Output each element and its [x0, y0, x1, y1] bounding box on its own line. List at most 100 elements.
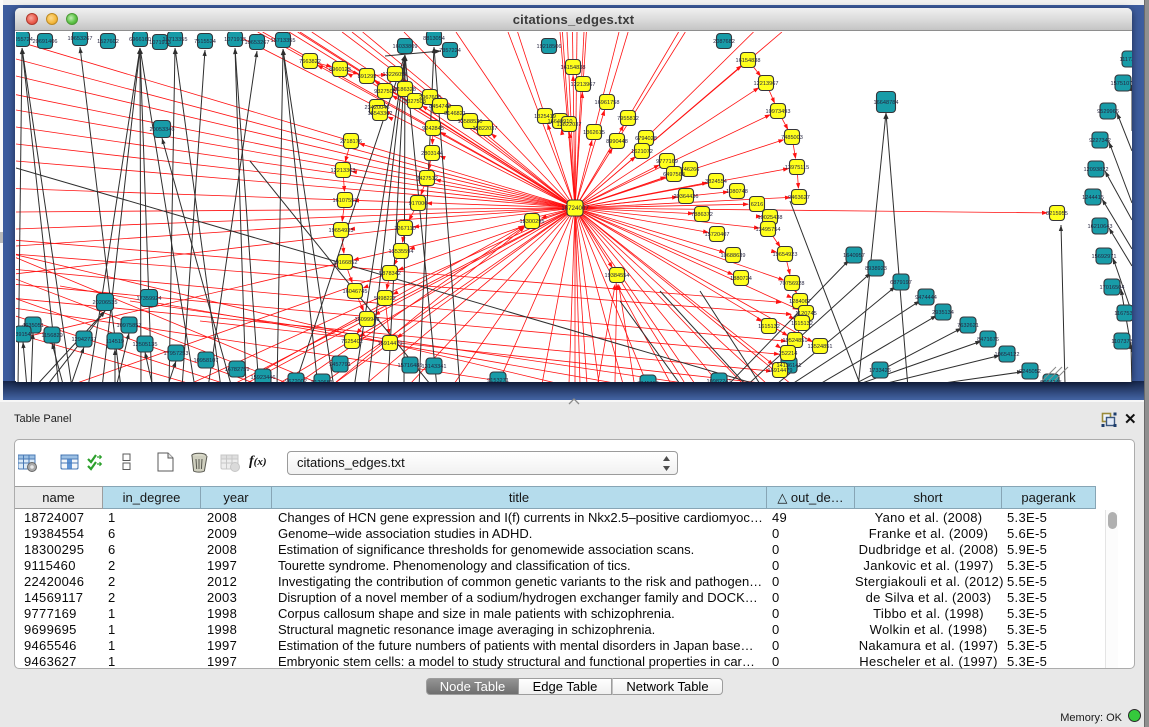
svg-text:15716485: 15716485 — [398, 363, 423, 369]
svg-text:8120681: 8120681 — [311, 380, 333, 382]
svg-text:1080748: 1080748 — [726, 189, 748, 195]
svg-text:1615132: 1615132 — [791, 321, 813, 327]
svg-text:16782759: 16782759 — [225, 367, 250, 373]
svg-text:16648784: 16648784 — [874, 100, 899, 106]
svg-text:15751074: 15751074 — [1111, 81, 1132, 87]
svg-text:19218506: 19218506 — [537, 44, 562, 50]
svg-text:10654122: 10654122 — [995, 352, 1020, 358]
svg-text:16914479: 16914479 — [378, 341, 403, 347]
svg-text:13535594: 13535594 — [389, 249, 414, 255]
svg-text:19654923: 19654923 — [773, 252, 798, 258]
svg-text:114519: 114519 — [106, 339, 124, 345]
svg-text:16033809: 16033809 — [393, 44, 418, 50]
svg-text:1107373: 1107373 — [1111, 339, 1132, 345]
svg-text:2087682: 2087682 — [713, 39, 735, 45]
svg-text:19384554: 19384554 — [605, 273, 630, 279]
svg-text:6216: 6216 — [751, 202, 763, 208]
svg-text:10973493: 10973493 — [766, 109, 791, 115]
svg-text:19654933: 19654933 — [329, 228, 354, 234]
svg-text:7515524: 7515524 — [194, 39, 216, 45]
svg-text:15720407: 15720407 — [705, 232, 730, 238]
svg-text:9327505: 9327505 — [374, 89, 396, 95]
svg-text:10653267: 10653267 — [68, 36, 93, 42]
svg-text:70756928: 70756928 — [780, 281, 805, 287]
svg-text:6794028: 6794028 — [635, 136, 657, 142]
svg-text:6966160: 6966160 — [129, 37, 151, 43]
svg-text:9245052: 9245052 — [1019, 369, 1041, 375]
svg-text:20691406: 20691406 — [33, 39, 58, 45]
svg-text:8813054: 8813054 — [423, 36, 445, 42]
svg-text:10958107: 10958107 — [194, 358, 219, 364]
svg-text:9664245: 9664245 — [1040, 380, 1062, 382]
svg-text:20206535: 20206535 — [93, 300, 118, 306]
svg-text:13495754: 13495754 — [756, 227, 781, 233]
svg-text:252214: 252214 — [779, 351, 798, 357]
svg-text:16713355: 16713355 — [163, 37, 188, 43]
svg-text:7663822: 7663822 — [299, 59, 321, 65]
svg-text:10982241: 10982241 — [707, 379, 732, 382]
svg-text:8938923: 8938923 — [865, 266, 887, 272]
svg-text:3824554: 3824554 — [705, 179, 727, 185]
svg-text:13524851: 13524851 — [808, 344, 833, 350]
svg-text:5878342: 5878342 — [379, 271, 401, 277]
svg-text:10688639: 10688639 — [721, 253, 746, 259]
svg-text:13822037: 13822037 — [557, 122, 582, 128]
svg-text:16210643: 16210643 — [1088, 224, 1113, 230]
svg-text:9227342: 9227342 — [1089, 138, 1111, 144]
svg-text:6497568: 6497568 — [663, 172, 685, 178]
svg-text:7345112: 7345112 — [637, 381, 658, 382]
svg-text:6879197: 6879197 — [890, 280, 912, 286]
svg-text:12213363: 12213363 — [331, 168, 356, 174]
svg-text:1733426: 1733426 — [869, 368, 891, 374]
svg-text:891295: 891295 — [358, 74, 377, 80]
svg-text:2935134: 2935134 — [932, 310, 954, 316]
svg-text:12213967: 12213967 — [571, 82, 596, 88]
svg-text:1615132: 1615132 — [758, 324, 780, 330]
svg-text:1244415: 1244415 — [1082, 195, 1104, 201]
svg-text:9463627: 9463627 — [788, 195, 810, 201]
svg-text:8186328: 8186328 — [394, 87, 416, 93]
svg-text:7357224: 7357224 — [439, 48, 461, 54]
svg-text:1071913: 1071913 — [224, 37, 246, 43]
svg-text:1640957: 1640957 — [843, 253, 865, 259]
svg-text:18300295: 18300295 — [520, 219, 545, 225]
svg-text:9153271: 9153271 — [487, 378, 509, 382]
svg-text:10025438: 10025438 — [758, 215, 783, 221]
svg-text:8990448: 8990448 — [606, 139, 628, 145]
svg-text:9242845: 9242845 — [422, 126, 444, 132]
svg-text:1284067: 1284067 — [789, 299, 811, 305]
svg-text:9672002: 9672002 — [285, 379, 307, 382]
svg-text:8454749: 8454749 — [429, 104, 451, 110]
svg-text:9146821: 9146821 — [444, 111, 466, 117]
svg-text:18724007: 18724007 — [561, 205, 589, 212]
svg-text:7485003: 7485003 — [781, 135, 803, 141]
svg-text:8215955: 8215955 — [1046, 211, 1068, 217]
svg-text:1120745: 1120745 — [795, 311, 816, 317]
svg-text:17359924: 17359924 — [137, 296, 162, 302]
svg-text:12505135: 12505135 — [133, 342, 158, 348]
svg-text:2803144: 2803144 — [421, 151, 443, 157]
svg-text:17016504: 17016504 — [1100, 285, 1125, 291]
svg-text:16713355: 16713355 — [271, 38, 296, 44]
svg-text:4055724: 4055724 — [16, 37, 33, 43]
svg-text:7632621: 7632621 — [957, 323, 979, 329]
svg-text:16543362: 16543362 — [368, 111, 393, 117]
svg-text:13588520: 13588520 — [458, 119, 483, 125]
svg-text:19524851: 19524851 — [783, 338, 808, 344]
svg-text:15923446: 15923446 — [251, 375, 276, 381]
svg-text:2967608: 2967608 — [419, 95, 441, 101]
svg-text:10653267: 10653267 — [245, 40, 270, 46]
svg-text:9777169: 9777169 — [656, 159, 678, 165]
svg-text:7955812: 7955812 — [617, 116, 639, 122]
svg-text:7886372: 7886372 — [691, 212, 713, 218]
svg-text:13226058: 13226058 — [383, 72, 408, 78]
svg-text:16154838: 16154838 — [736, 58, 761, 64]
svg-text:3267110: 3267110 — [394, 226, 415, 232]
svg-text:19166852: 19166852 — [333, 260, 358, 266]
svg-text:7625402: 7625402 — [341, 339, 363, 345]
svg-text:15692971: 15692971 — [1092, 254, 1117, 260]
svg-text:16961758: 16961758 — [595, 100, 620, 106]
svg-text:8427512: 8427512 — [416, 176, 438, 182]
svg-text:16099948: 16099948 — [355, 317, 380, 323]
svg-text:13975115: 13975115 — [785, 165, 809, 171]
